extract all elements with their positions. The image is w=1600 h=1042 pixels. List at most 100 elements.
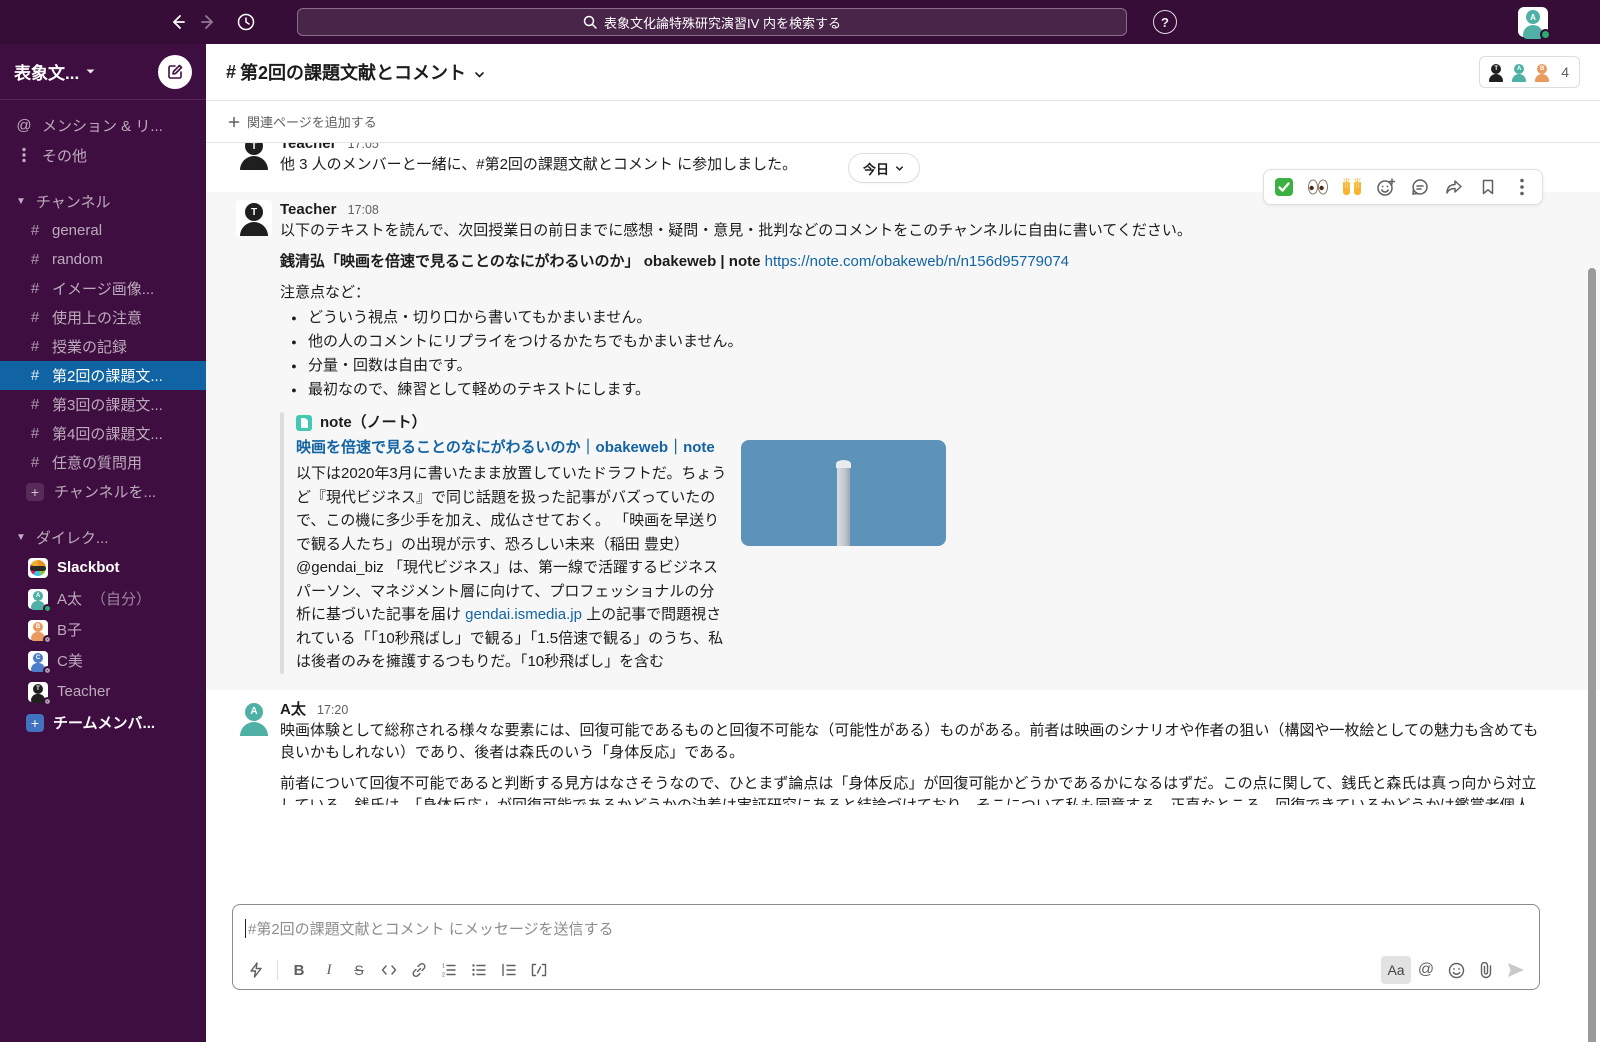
sidebar-channel-usage-notes[interactable]: #使用上の注意	[0, 303, 206, 332]
hash-icon: #	[226, 62, 236, 83]
dm-b-ko[interactable]: B B子	[0, 614, 206, 645]
author-name[interactable]: A太	[280, 701, 306, 718]
chevron-down-icon: ▼	[16, 196, 26, 207]
link-button[interactable]	[404, 956, 434, 984]
dm-teacher[interactable]: T Teacher	[0, 676, 206, 707]
channel-members-button[interactable]: T A B 4	[1479, 56, 1580, 88]
italic-button[interactable]: I	[314, 956, 344, 984]
channels-section-header[interactable]: ▼ チャンネル	[0, 186, 206, 216]
sidebar-channel-general[interactable]: # general	[0, 216, 206, 245]
code-block-button[interactable]	[524, 956, 554, 984]
lightning-icon	[249, 962, 263, 978]
dm-c-mi[interactable]: C C美	[0, 645, 206, 676]
blockquote-button[interactable]	[494, 956, 524, 984]
dm-section-header[interactable]: ▼ ダイレク...	[0, 522, 206, 552]
channel-label: 第3回の課題文...	[52, 394, 163, 415]
message-text: 前者について回復不可能であると判断する見方はなさそうなので、ひとまず論点は「身体…	[280, 773, 1540, 806]
hash-icon: #	[28, 425, 42, 442]
a-ta-avatar[interactable]: A	[236, 700, 272, 736]
teacher-avatar[interactable]: T	[236, 200, 272, 236]
unfurl-thumbnail-image[interactable]	[741, 440, 946, 546]
history-forward-button[interactable]	[193, 7, 223, 37]
arrow-right-icon	[199, 13, 217, 31]
hash-icon: #	[28, 222, 42, 239]
unfurl-inline-link[interactable]: gendai.ismedia.jp	[465, 606, 582, 623]
teacher-avatar[interactable]: T	[236, 143, 272, 170]
channel-title-button[interactable]: # 第2回の課題文献とコメント	[226, 59, 486, 85]
emoji-button[interactable]	[1441, 956, 1471, 984]
ordered-list-button[interactable]: 12	[434, 956, 464, 984]
timestamp[interactable]: 17:08	[348, 203, 379, 217]
add-channel-button[interactable]: +チャンネルを...	[0, 477, 206, 506]
author-name[interactable]: Teacher	[280, 201, 336, 218]
sidebar-channel-session2-selected[interactable]: #第2回の課題文...	[0, 361, 206, 390]
dm-a-ta-self[interactable]: A A太 （自分）	[0, 583, 206, 614]
sidebar-channel-session4[interactable]: #第4回の課題文...	[0, 419, 206, 448]
send-button[interactable]	[1501, 956, 1531, 984]
more-actions-button[interactable]	[1505, 172, 1539, 202]
sidebar-channel-questions[interactable]: #任意の質問用	[0, 448, 206, 477]
sidebar-item-mentions[interactable]: @ メンション & リ...	[0, 110, 206, 140]
sidebar-channel-session3[interactable]: #第3回の課題文...	[0, 390, 206, 419]
strikethrough-button[interactable]: S	[344, 956, 374, 984]
toolbar-divider	[277, 960, 278, 980]
save-for-later-button[interactable]	[1471, 172, 1505, 202]
sidebar-item-label: その他	[42, 145, 87, 166]
slack-window: 表象文化論特殊研究演習IV 内を検索する ? A 表象文... @ メンション …	[0, 0, 1600, 1042]
message-text: 以下のテキストを読んで、次回授業日の前日までに感想・疑問・意見・批判などのコメン…	[280, 220, 1540, 242]
composer-input[interactable]: #第2回の課題文献とコメント にメッセージを送信する	[233, 905, 1539, 951]
citation-link[interactable]: https://note.com/obakeweb/n/n156d9577907…	[765, 253, 1069, 270]
show-formatting-button[interactable]: Aa	[1381, 956, 1411, 984]
mention-button[interactable]: @	[1411, 956, 1441, 984]
account-avatar[interactable]: A	[1518, 7, 1548, 37]
search-input[interactable]: 表象文化論特殊研究演習IV 内を検索する	[297, 8, 1127, 36]
clock-icon	[236, 12, 256, 32]
add-teammates-button[interactable]: + チームメンバ...	[0, 707, 206, 738]
react-check-button[interactable]	[1267, 172, 1301, 202]
react-eyes-button[interactable]	[1301, 172, 1335, 202]
notes-label: 注意点など：	[280, 282, 1540, 304]
workspace-chevron-down-icon[interactable]	[85, 66, 96, 77]
history-button[interactable]	[231, 7, 261, 37]
workspace-name[interactable]: 表象文...	[14, 59, 79, 84]
emoji-smile-icon	[1448, 962, 1465, 979]
sidebar-channel-class-records[interactable]: #授業の記録	[0, 332, 206, 361]
compose-icon	[167, 63, 184, 80]
member-avatar: A	[1509, 62, 1529, 82]
help-button[interactable]: ?	[1153, 10, 1177, 34]
share-message-button[interactable]	[1437, 172, 1471, 202]
new-message-button[interactable]	[158, 55, 192, 89]
history-back-button[interactable]	[163, 7, 193, 37]
add-page-button[interactable]: 関連ページを追加する	[228, 112, 377, 131]
search-text: 表象文化論特殊研究演習IV 内を検索する	[604, 13, 841, 32]
attach-file-button[interactable]	[1471, 956, 1501, 984]
forward-arrow-icon	[1444, 177, 1464, 197]
reply-in-thread-button[interactable]	[1403, 172, 1437, 202]
presence-offline-dot	[43, 666, 52, 675]
bold-button[interactable]: B	[284, 956, 314, 984]
unfurl-title-link[interactable]: 映画を倍速で見ることのなにがわるいのか｜obakeweb｜note	[296, 436, 728, 459]
dm-slackbot[interactable]: Slackbot	[0, 552, 206, 583]
chevron-down-icon	[473, 68, 486, 81]
dm-label: C美	[57, 650, 83, 671]
react-raised-hands-button[interactable]	[1335, 172, 1369, 202]
author-name[interactable]: Teacher	[280, 143, 336, 152]
channel-label: 授業の記録	[52, 336, 127, 357]
code-button[interactable]	[374, 956, 404, 984]
date-divider-button[interactable]: 今日	[848, 153, 920, 183]
sidebar-channel-image[interactable]: #イメージ画像...	[0, 274, 206, 303]
add-reaction-button[interactable]	[1369, 172, 1403, 202]
timestamp[interactable]: 17:05	[348, 143, 379, 151]
message-composer[interactable]: #第2回の課題文献とコメント にメッセージを送信する B I S 12	[232, 904, 1540, 990]
channel-label: general	[52, 222, 102, 239]
link-preview-card: note（ノート） 映画を倍速で見ることのなにがわるいのか｜obakeweb｜n…	[280, 412, 1540, 674]
sidebar-channel-random[interactable]: #random	[0, 245, 206, 274]
shortcuts-button[interactable]	[241, 956, 271, 984]
message-list: T Teacher 17:05 他 3 人のメンバーと一緒に、#第2回の課題文献…	[206, 143, 1600, 805]
member-count: 4	[1561, 64, 1569, 80]
bullet-list-button[interactable]	[464, 956, 494, 984]
scrollbar-thumb[interactable]	[1588, 268, 1596, 1042]
timestamp[interactable]: 17:20	[317, 703, 348, 717]
plus-icon: +	[26, 714, 44, 732]
sidebar-item-more[interactable]: その他	[0, 140, 206, 170]
